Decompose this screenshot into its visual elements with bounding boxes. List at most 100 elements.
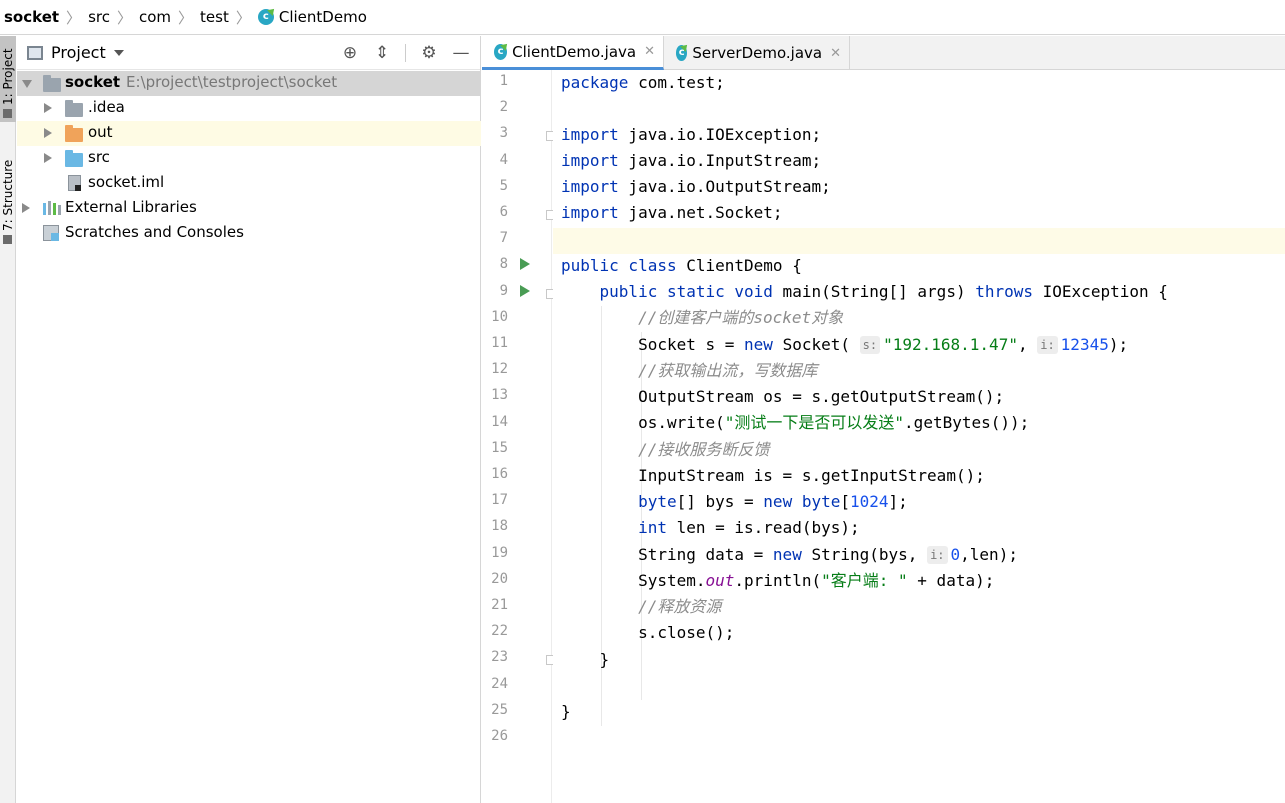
line-number: 11 bbox=[491, 335, 508, 351]
file-icon bbox=[68, 175, 81, 191]
line-number: 18 bbox=[491, 518, 508, 535]
code-line-13: OutputStream os = s.getOutputStream(); bbox=[561, 387, 1005, 406]
code-line-15: //接收服务断反馈 bbox=[638, 440, 770, 459]
breadcrumb-clientdemo[interactable]: c ClientDemo bbox=[257, 8, 367, 26]
code-line-3: import java.io.IOException; bbox=[561, 125, 822, 144]
line-number: 2 bbox=[499, 99, 508, 116]
tab-serverdemo[interactable]: c ServerDemo.java ✕ bbox=[664, 36, 850, 70]
line-number: 4 bbox=[499, 151, 508, 168]
editor-tab-bar: c ClientDemo.java ✕ c ServerDemo.java ✕ bbox=[482, 36, 1285, 70]
run-icon[interactable] bbox=[520, 258, 530, 271]
chevron-right-icon: 〉 bbox=[116, 8, 132, 27]
code-line-11: Socket s = new Socket( s: "192.168.1.47",… bbox=[561, 335, 1129, 354]
code-line-20: System.out.println("客户端: " + data); bbox=[561, 571, 995, 590]
expand-arrow-icon[interactable] bbox=[44, 103, 52, 113]
breadcrumb-src[interactable]: src bbox=[88, 8, 110, 26]
project-view-icon bbox=[27, 45, 43, 60]
tree-label-out: out bbox=[88, 123, 113, 141]
tree-row-out[interactable]: out bbox=[17, 121, 481, 146]
expand-arrow-icon[interactable] bbox=[44, 153, 52, 163]
line-number: 16 bbox=[491, 466, 508, 482]
expand-arrow-icon[interactable] bbox=[22, 203, 30, 213]
project-view-selector[interactable]: Project bbox=[51, 43, 106, 62]
line-number: 6 bbox=[499, 204, 508, 220]
tree-label-idea: .idea bbox=[88, 98, 125, 116]
close-icon[interactable]: ✕ bbox=[644, 44, 655, 59]
line-number: 22 bbox=[491, 623, 508, 640]
chevron-down-icon[interactable] bbox=[113, 49, 124, 56]
line-number: 14 bbox=[491, 413, 508, 430]
line-number: 24 bbox=[491, 675, 508, 692]
expand-arrow-icon[interactable] bbox=[22, 80, 32, 88]
run-icon[interactable] bbox=[520, 284, 530, 297]
tree-label-socket: socket E:\project\testproject\socket bbox=[65, 73, 337, 91]
code-line-21: //释放资源 bbox=[638, 597, 722, 616]
code-line-19: String data = new String(bys, i: 0,len); bbox=[561, 545, 1018, 564]
module-folder-icon bbox=[43, 75, 61, 92]
line-number: 25 bbox=[491, 701, 508, 718]
param-hint: i: bbox=[927, 546, 948, 564]
structure-icon bbox=[3, 235, 13, 244]
tree-row-scratches[interactable]: Scratches and Consoles bbox=[17, 221, 481, 246]
code-editor[interactable]: package com.test; import java.io.IOExcep… bbox=[553, 70, 1285, 803]
tree-label-scratches: Scratches and Consoles bbox=[65, 223, 244, 241]
breadcrumb-test[interactable]: test bbox=[200, 8, 229, 26]
breadcrumb-com[interactable]: com bbox=[139, 8, 171, 26]
line-number: 8 bbox=[499, 256, 508, 273]
line-number: 21 bbox=[491, 597, 508, 613]
tree-row-external-libraries[interactable]: External Libraries bbox=[17, 196, 481, 221]
tree-row-src[interactable]: src bbox=[17, 146, 481, 171]
excluded-folder-icon bbox=[65, 125, 83, 142]
line-number: 1 bbox=[499, 73, 508, 89]
code-line-10: //创建客户端的socket对象 bbox=[638, 308, 844, 327]
param-hint: i: bbox=[1037, 336, 1058, 354]
tree-label-src: src bbox=[88, 148, 110, 166]
code-line-16: InputStream is = s.getInputStream(); bbox=[561, 466, 985, 485]
module-name: socket bbox=[65, 73, 121, 91]
line-number: 12 bbox=[491, 361, 508, 378]
chevron-right-icon: 〉 bbox=[66, 8, 82, 27]
code-line-8: public class ClientDemo { bbox=[561, 256, 802, 275]
tree-row-socket[interactable]: socket E:\project\testproject\socket bbox=[17, 71, 481, 96]
minimize-icon[interactable]: — bbox=[452, 44, 470, 62]
tree-row-socket-iml[interactable]: socket.iml bbox=[17, 171, 481, 196]
chevron-right-icon: 〉 bbox=[235, 8, 251, 27]
class-icon: c bbox=[676, 45, 688, 61]
code-line-14: os.write("测试一下是否可以发送".getBytes()); bbox=[561, 413, 1030, 432]
line-number: 5 bbox=[499, 177, 508, 194]
tab-serverdemo-label: ServerDemo.java bbox=[692, 44, 823, 62]
project-tool-label: 1: Project bbox=[1, 48, 15, 105]
line-number: 23 bbox=[491, 649, 508, 666]
line-number: 9 bbox=[499, 282, 508, 299]
tool-window-strip: 1: Project 7: Structure bbox=[0, 36, 16, 803]
breadcrumb-clientdemo-label: ClientDemo bbox=[278, 8, 367, 26]
project-tool-button[interactable]: 1: Project bbox=[0, 36, 16, 122]
code-line-18: int len = is.read(bys); bbox=[638, 518, 860, 537]
code-line-1: package com.test; bbox=[561, 73, 725, 92]
tree-label-external-libraries: External Libraries bbox=[65, 198, 197, 216]
breadcrumb-socket[interactable]: socket bbox=[4, 8, 59, 26]
code-line-23: } bbox=[561, 650, 610, 669]
code-line-17: byte[] bys = new byte[1024]; bbox=[638, 492, 908, 511]
code-line-6: import java.net.Socket; bbox=[561, 203, 783, 222]
line-number: 20 bbox=[491, 570, 508, 587]
navigation-breadcrumb: socket 〉 src 〉 com 〉 test 〉 c ClientDemo bbox=[0, 0, 1285, 35]
expand-arrow-icon[interactable] bbox=[44, 128, 52, 138]
tab-clientdemo[interactable]: c ClientDemo.java ✕ bbox=[482, 36, 664, 70]
tree-row-idea[interactable]: .idea bbox=[17, 96, 481, 121]
folder-icon bbox=[3, 109, 13, 118]
code-line-25: } bbox=[561, 702, 571, 721]
collapse-all-icon[interactable]: ⇕ bbox=[373, 44, 391, 62]
locate-icon[interactable]: ⊕ bbox=[341, 44, 359, 62]
library-icon bbox=[43, 201, 61, 215]
close-icon[interactable]: ✕ bbox=[830, 46, 841, 61]
structure-tool-button[interactable]: 7: Structure bbox=[0, 144, 16, 248]
gear-icon[interactable]: ⚙ bbox=[420, 44, 438, 62]
current-line-highlight bbox=[553, 228, 1285, 254]
line-number: 7 bbox=[499, 230, 508, 247]
line-number: 19 bbox=[491, 544, 508, 561]
class-icon: c bbox=[494, 43, 508, 60]
line-number: 10 bbox=[491, 308, 508, 325]
line-number: 3 bbox=[499, 125, 508, 142]
scratches-icon bbox=[43, 225, 59, 241]
